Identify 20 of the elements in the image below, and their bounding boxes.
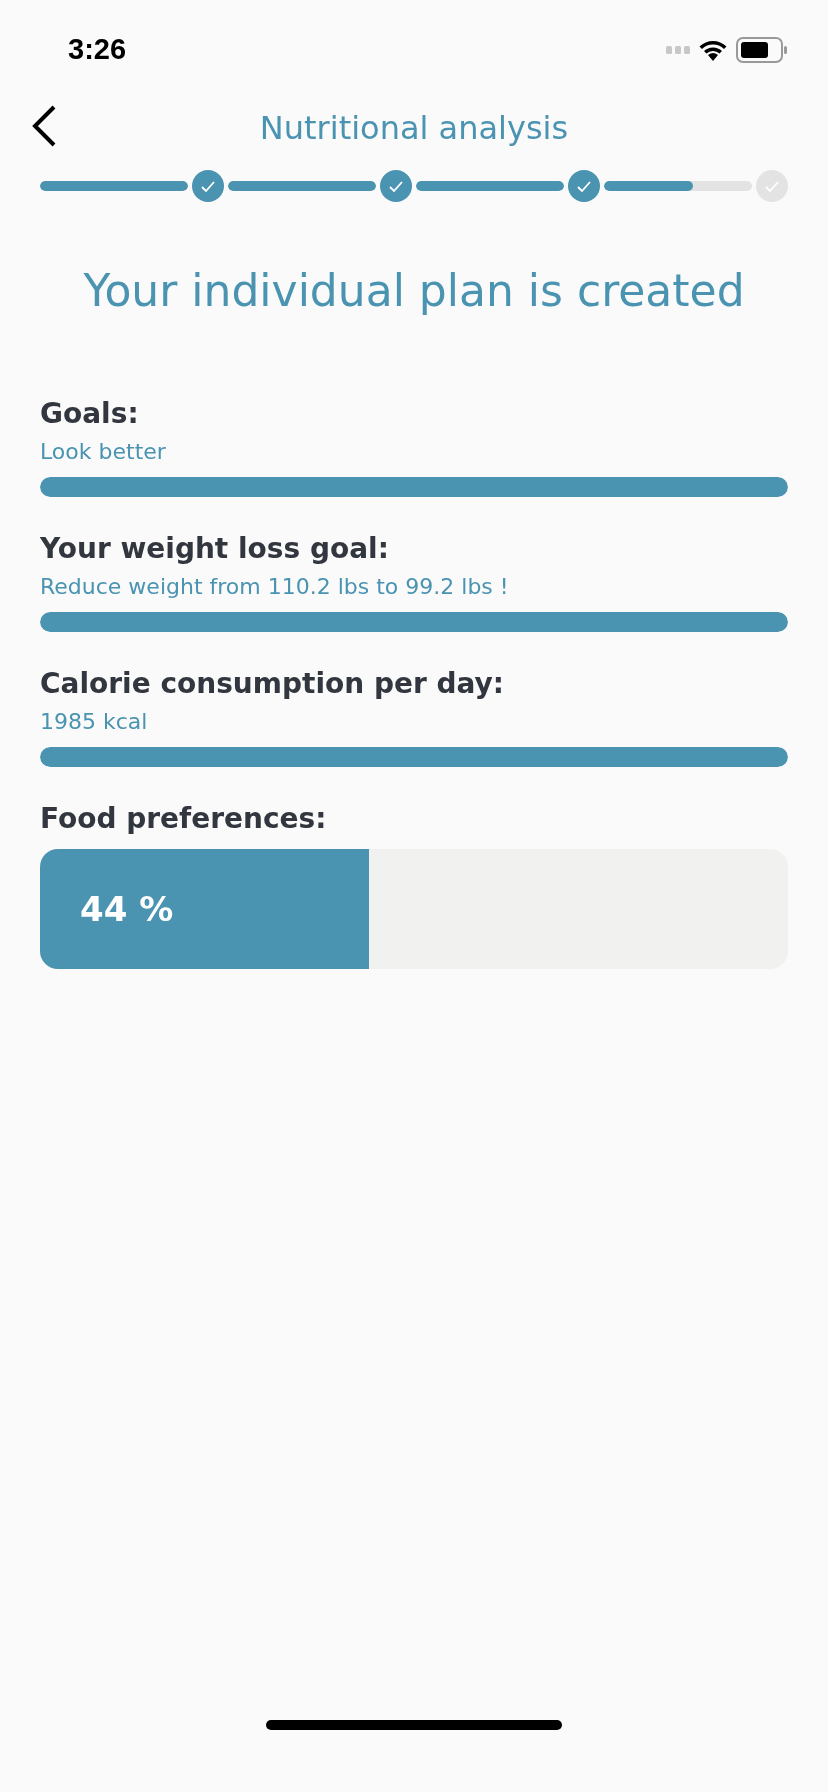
section-label: Your weight loss goal: (40, 531, 390, 567)
check-icon (577, 180, 591, 192)
progress-percent: 44 % (80, 887, 174, 931)
signal-icon (666, 46, 690, 54)
screen-title: Nutritional analysis (259, 108, 569, 149)
check-icon (765, 180, 779, 192)
section-value: Look better (40, 438, 167, 467)
section-label: Goals: (40, 396, 140, 432)
back-icon (30, 104, 58, 148)
page-heading: Your individual plan is created (82, 264, 746, 318)
wifi-icon (698, 39, 728, 61)
back-button[interactable] (30, 104, 58, 148)
check-icon (389, 180, 403, 192)
check-icon (201, 180, 215, 192)
section-value: 1985 kcal (40, 708, 149, 737)
status-time: 3:26 (68, 32, 127, 68)
section-label: Calorie consumption per day: (40, 665, 506, 702)
battery-icon (736, 37, 788, 63)
section-label: Food preferences: (40, 800, 328, 837)
section-value: Reduce weight from 110.2 lbs to 99.2 lbs ! (40, 573, 510, 602)
